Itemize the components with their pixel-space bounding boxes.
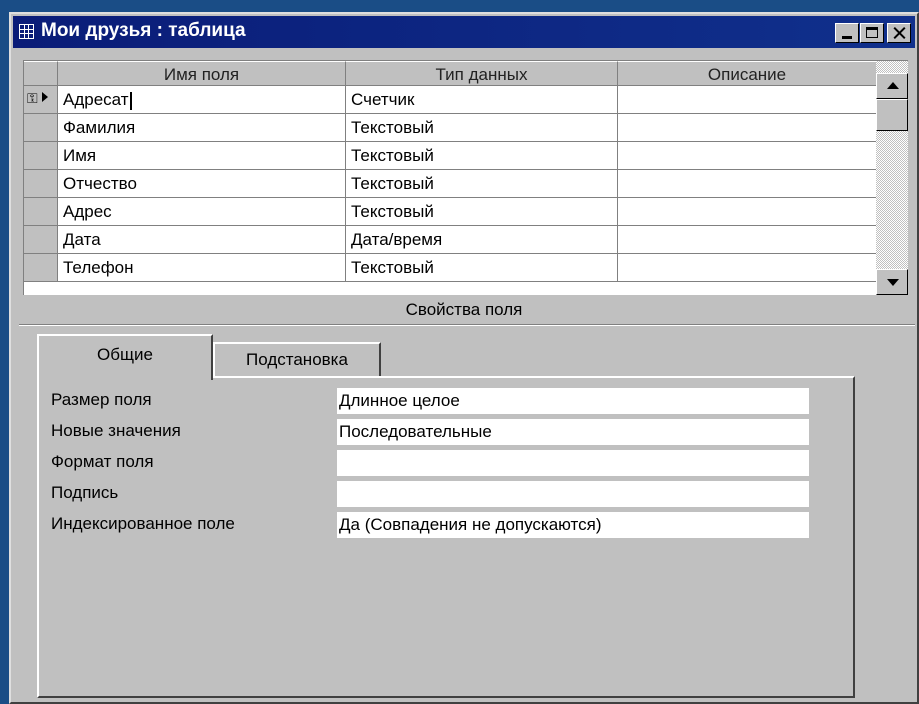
property-label: Индексированное поле	[51, 514, 235, 533]
current-row-pointer-icon	[42, 92, 48, 102]
header-selector-cell	[24, 61, 58, 86]
property-value-field[interactable]: Последовательные	[337, 419, 809, 445]
table-row[interactable]: Дата Дата/время	[24, 226, 877, 254]
table-row[interactable]: Телефон Текстовый	[24, 254, 877, 282]
data-type-cell[interactable]: Текстовый	[346, 170, 618, 198]
description-cell[interactable]	[618, 86, 877, 114]
section-divider	[19, 324, 915, 326]
field-name-text: Адресат	[63, 90, 129, 109]
maximize-button[interactable]	[860, 23, 884, 43]
scroll-thumb[interactable]	[876, 99, 908, 131]
property-row: Индексированное поле Да (Совпадения не д…	[39, 512, 857, 540]
field-name-cell[interactable]: Адресат	[58, 86, 346, 114]
title-bar[interactable]: Мои друзья : таблица	[13, 16, 915, 48]
description-cell[interactable]	[618, 226, 877, 254]
field-name-cell[interactable]: Имя	[58, 142, 346, 170]
description-cell[interactable]	[618, 142, 877, 170]
property-value-field[interactable]	[337, 481, 809, 507]
table-row[interactable]: Фамилия Текстовый	[24, 114, 877, 142]
row-selector[interactable]: ⚿	[24, 86, 58, 114]
data-type-cell[interactable]: Текстовый	[346, 254, 618, 282]
property-row: Подпись	[39, 481, 857, 509]
properties-panel: Размер поля Длинное целое Новые значения…	[37, 376, 855, 698]
field-name-cell[interactable]: Отчество	[58, 170, 346, 198]
property-row: Новые значения Последовательные	[39, 419, 857, 447]
data-type-cell[interactable]: Текстовый	[346, 114, 618, 142]
description-cell[interactable]	[618, 198, 877, 226]
close-button[interactable]	[887, 23, 911, 43]
row-selector[interactable]	[24, 254, 58, 282]
field-properties-title: Свойства поля	[405, 300, 523, 319]
table-row[interactable]: Отчество Текстовый	[24, 170, 877, 198]
row-selector[interactable]	[24, 226, 58, 254]
data-type-cell[interactable]: Текстовый	[346, 198, 618, 226]
property-row: Размер поля Длинное целое	[39, 388, 857, 416]
header-data-type[interactable]: Тип данных	[346, 61, 618, 86]
tab-general[interactable]: Общие	[37, 334, 213, 380]
field-grid: Имя поля Тип данных Описание ⚿ Адресат С…	[23, 60, 877, 295]
description-cell[interactable]	[618, 254, 877, 282]
data-type-cell[interactable]: Счетчик	[346, 86, 618, 114]
table-design-window: Мои друзья : таблица Имя поля Тип данных…	[9, 12, 919, 704]
row-selector[interactable]	[24, 198, 58, 226]
vertical-scrollbar[interactable]	[876, 60, 908, 295]
table-row[interactable]: Адрес Текстовый	[24, 198, 877, 226]
property-value-field[interactable]	[337, 450, 809, 476]
field-name-cell[interactable]: Фамилия	[58, 114, 346, 142]
header-description[interactable]: Описание	[618, 61, 877, 86]
data-type-cell[interactable]: Дата/время	[346, 226, 618, 254]
property-label: Формат поля	[51, 452, 154, 471]
field-name-cell[interactable]: Дата	[58, 226, 346, 254]
description-cell[interactable]	[618, 170, 877, 198]
row-selector[interactable]	[24, 142, 58, 170]
field-name-cell[interactable]: Телефон	[58, 254, 346, 282]
data-type-cell[interactable]: Текстовый	[346, 142, 618, 170]
minimize-button[interactable]	[835, 23, 859, 43]
field-name-cell[interactable]: Адрес	[58, 198, 346, 226]
property-label: Новые значения	[51, 421, 181, 440]
property-label: Подпись	[51, 483, 119, 502]
property-value-field[interactable]: Длинное целое	[337, 388, 809, 414]
table-row[interactable]: ⚿ Адресат Счетчик	[24, 86, 877, 114]
scroll-up-arrow-icon[interactable]	[876, 73, 908, 99]
description-cell[interactable]	[618, 114, 877, 142]
row-selector[interactable]	[24, 114, 58, 142]
tab-lookup[interactable]: Подстановка	[213, 342, 381, 378]
row-selector[interactable]	[24, 170, 58, 198]
header-field-name[interactable]: Имя поля	[58, 61, 346, 86]
table-icon	[19, 24, 34, 39]
table-row[interactable]: Имя Текстовый	[24, 142, 877, 170]
property-value-field[interactable]: Да (Совпадения не допускаются)	[337, 512, 809, 538]
text-caret	[129, 91, 132, 110]
scroll-down-arrow-icon[interactable]	[876, 269, 908, 295]
primary-key-icon: ⚿	[27, 90, 38, 106]
property-label: Размер поля	[51, 390, 152, 409]
window-title: Мои друзья : таблица	[41, 20, 246, 41]
property-row: Формат поля	[39, 450, 857, 478]
grid-header: Имя поля Тип данных Описание	[24, 61, 877, 86]
